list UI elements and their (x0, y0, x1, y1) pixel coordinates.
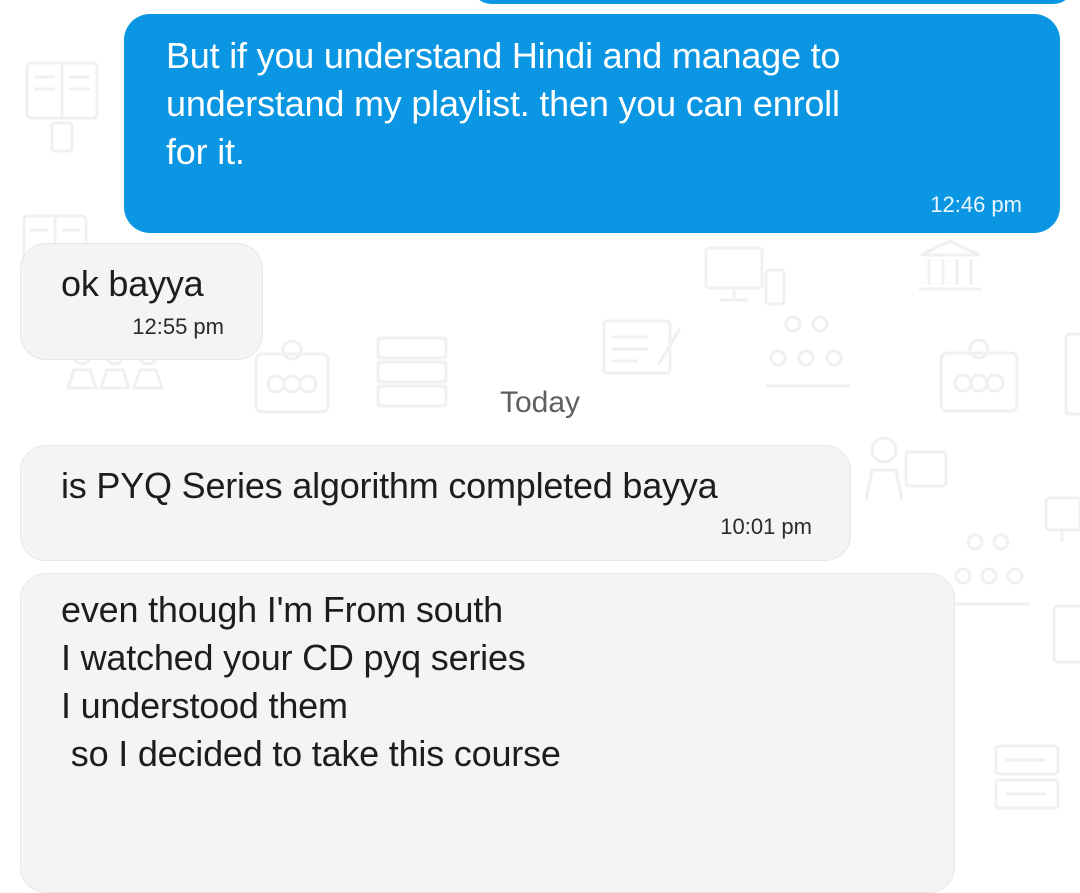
date-divider: Today (499, 386, 581, 419)
incoming-message-bubble[interactable]: ok bayya 12:55 pm (20, 243, 263, 360)
people-icon (951, 533, 1029, 606)
message-text: is PYQ Series algorithm completed bayya (61, 465, 718, 506)
teacher-icon (864, 436, 948, 501)
incoming-message-bubble[interactable]: is PYQ Series algorithm completed bayya … (20, 445, 851, 561)
message-timestamp: 12:46 pm (930, 192, 1022, 217)
message-text: even though I'm From south I watched you… (61, 589, 561, 774)
book-icon (994, 744, 1060, 810)
bank-icon (919, 239, 981, 291)
exam-icon (1052, 604, 1080, 664)
previous-message-bubble[interactable] (470, 0, 1075, 4)
message-text: But if you understand Hindi and manage t… (166, 35, 841, 172)
book-icon (25, 61, 99, 153)
computer-icon (1044, 496, 1080, 542)
message-text: ok bayya (61, 263, 204, 304)
outgoing-message-bubble[interactable]: But if you understand Hindi and manage t… (124, 14, 1060, 233)
message-timestamp: 12:55 pm (132, 314, 224, 339)
incoming-message-bubble[interactable]: even though I'm From south I watched you… (20, 573, 955, 893)
exam-icon (602, 319, 682, 375)
message-timestamp: 10:01 pm (720, 514, 812, 539)
people-icon (766, 315, 850, 388)
computer-icon (704, 246, 786, 306)
